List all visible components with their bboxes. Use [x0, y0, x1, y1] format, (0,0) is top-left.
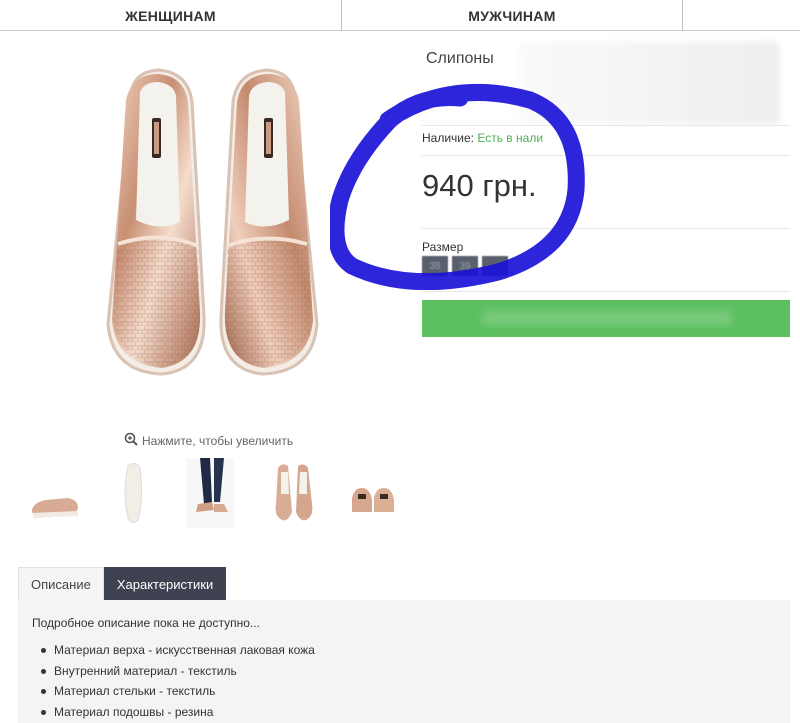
- zoom-in-icon: [124, 432, 138, 449]
- top-navigation: ЖЕНЩИНАМ МУЖЧИНАМ: [0, 0, 800, 31]
- size-option[interactable]: 39: [452, 256, 478, 276]
- thumbnail-on-feet[interactable]: [186, 458, 234, 528]
- product-title: Слипоны: [426, 50, 494, 67]
- description-lead: Подробное описание пока не доступно...: [32, 616, 260, 630]
- buy-button[interactable]: [422, 300, 790, 337]
- zoom-hint[interactable]: Нажмите, чтобы увеличить: [124, 432, 293, 449]
- buy-button-label: [482, 311, 732, 325]
- tab-panel: Подробное описание пока не доступно... М…: [18, 600, 790, 723]
- thumbnail-front-pair[interactable]: [346, 458, 398, 528]
- product-price: 940 грн.: [422, 168, 537, 203]
- thumbnail-strip: [28, 458, 398, 528]
- size-label: Размер: [422, 240, 464, 254]
- size-option[interactable]: [482, 256, 508, 276]
- product-tabs: Описание Характеристики: [18, 567, 227, 600]
- divider: [422, 291, 790, 292]
- divider: [422, 155, 790, 156]
- nav-men[interactable]: МУЖЧИНАМ: [342, 0, 683, 31]
- list-item: Материал верха - искусственная лаковая к…: [41, 640, 776, 661]
- characteristics-list: Материал верха - искусственная лаковая к…: [32, 640, 776, 722]
- size-options: 38 39: [422, 256, 508, 276]
- thumbnail-top-pair[interactable]: [268, 458, 320, 528]
- nav-women[interactable]: ЖЕНЩИНАМ: [0, 0, 342, 31]
- list-item: Материал стельки - текстиль: [41, 681, 776, 702]
- availability: Наличие: Есть в нали: [422, 131, 543, 145]
- size-option[interactable]: 38: [422, 256, 448, 276]
- product-main-image[interactable]: [100, 62, 325, 392]
- divider: [422, 125, 790, 126]
- availability-label: Наличие:: [422, 131, 475, 145]
- zoom-hint-text: Нажмите, чтобы увеличить: [142, 433, 294, 448]
- blurred-header-area: [520, 42, 780, 124]
- thumbnail-sole-view[interactable]: [108, 458, 160, 528]
- thumbnail-side-view[interactable]: [28, 458, 80, 528]
- list-item: Внутренний материал - текстиль: [41, 661, 776, 682]
- list-item: Материал подошвы - резина: [41, 702, 776, 723]
- tab-characteristics[interactable]: Характеристики: [103, 567, 227, 600]
- nav-more[interactable]: [683, 0, 800, 31]
- divider: [422, 228, 790, 229]
- availability-value: Есть в нали: [477, 131, 544, 145]
- tab-description[interactable]: Описание: [18, 567, 104, 600]
